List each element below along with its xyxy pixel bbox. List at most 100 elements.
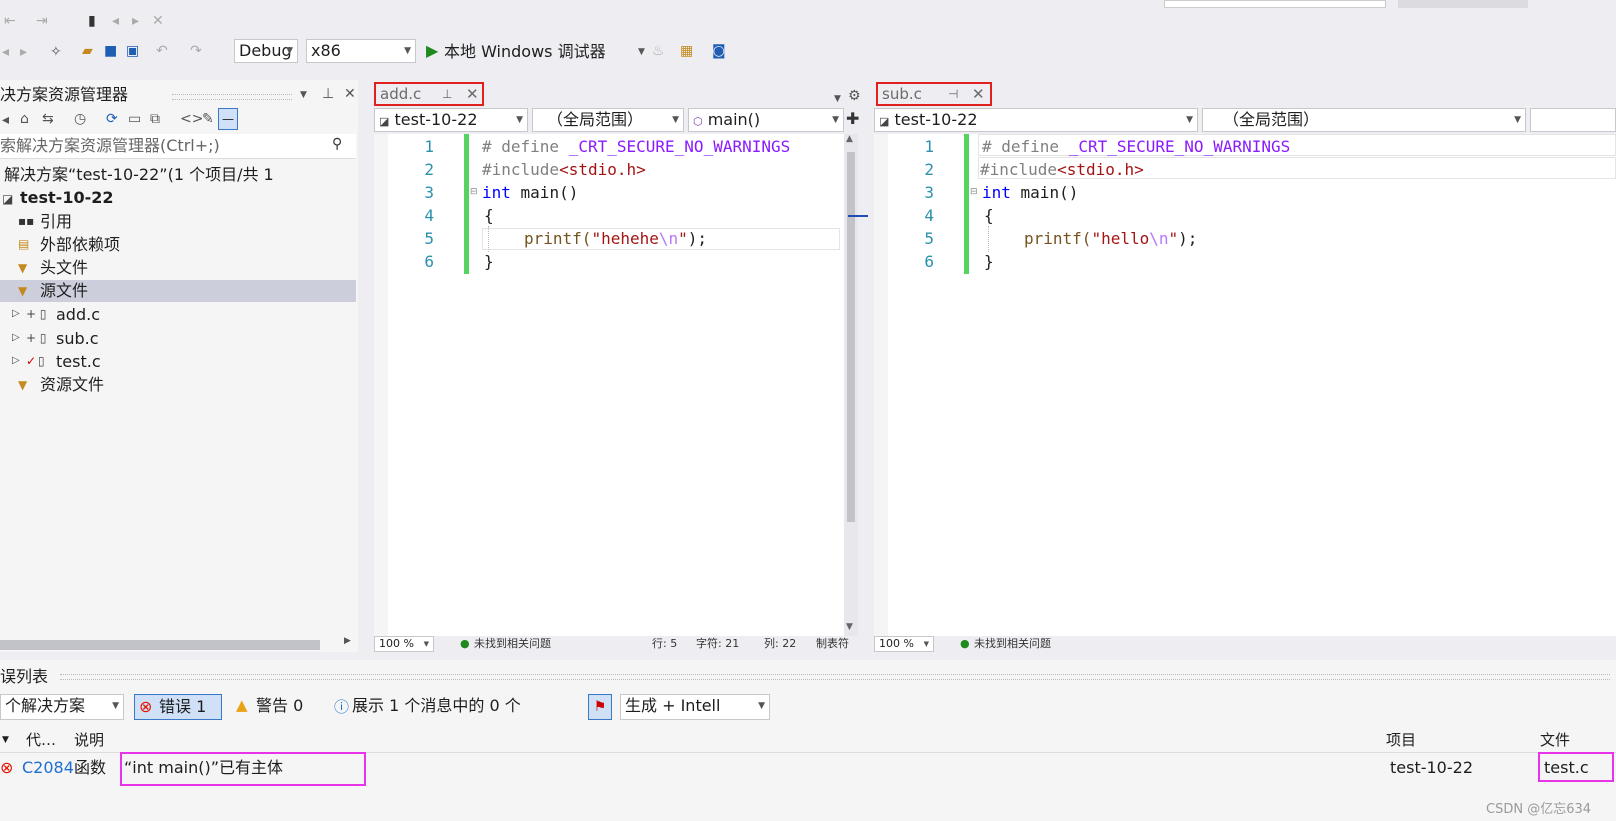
expand-arrow-icon[interactable]: ▷: [12, 355, 20, 366]
copy-icon[interactable]: ⧉: [150, 110, 160, 128]
right-code-editor[interactable]: 1 2 3 4 5 6 ⊟ # define _CRT_SECURE_NO_WA…: [874, 134, 1616, 636]
preview-toggle-icon[interactable]: —: [218, 108, 238, 130]
dropdown-icon[interactable]: ▼: [300, 86, 307, 104]
tree-item-resource-files[interactable]: 资源文件: [40, 374, 104, 396]
left-vscrollbar[interactable]: ▲ ▼: [844, 134, 858, 636]
next-bookmark-icon[interactable]: ▸: [132, 12, 139, 30]
chevron-down-icon: ▼: [516, 115, 523, 125]
save-all-icon[interactable]: ▣: [126, 42, 139, 60]
solution-search-box[interactable]: 索解决方案资源管理器(Ctrl+;) ⚲: [0, 134, 356, 159]
sort-icon[interactable]: ▼: [2, 730, 9, 750]
right-scope-combo[interactable]: （全局范围） ▼: [1202, 108, 1526, 132]
collapse-icon[interactable]: ⊟: [970, 187, 978, 197]
run-debugger-button[interactable]: 本地 Windows 调试器: [444, 41, 606, 63]
scroll-right-icon[interactable]: ▶: [344, 636, 351, 646]
header-name: <stdio.h>: [559, 160, 646, 179]
left-scope-combo[interactable]: （全局范围） ▼: [532, 108, 684, 132]
search-icon[interactable]: ⚲: [332, 136, 342, 152]
wrench-icon[interactable]: ✎: [202, 110, 214, 128]
hot-reload-icon[interactable]: ♨: [652, 42, 665, 60]
collapse-all-icon[interactable]: ▭: [128, 110, 141, 128]
tree-item-source-files[interactable]: 源文件: [40, 280, 88, 302]
platform-combo[interactable]: x86 ▼: [306, 39, 416, 63]
outdent-icon[interactable]: ⇤: [4, 12, 16, 30]
c-file-icon: + ▯: [26, 307, 47, 321]
tree-item-external-deps[interactable]: 外部依赖项: [40, 234, 120, 256]
bookmark-icon[interactable]: ▮: [88, 12, 96, 30]
explorer-hscrollbar[interactable]: [0, 640, 320, 650]
open-folder-icon[interactable]: ▰: [82, 42, 93, 60]
run-dropdown-icon[interactable]: ▼: [638, 43, 645, 61]
right-zoom-combo[interactable]: 100 % ▼: [874, 636, 934, 652]
function-call: printf(: [524, 229, 592, 248]
config-combo[interactable]: Debug ▼: [234, 39, 298, 63]
messages-toggle-button[interactable]: ⓘ 展示 1 个消息中的 0 个: [334, 694, 574, 720]
clear-bookmarks-icon[interactable]: ✕: [152, 12, 164, 30]
left-zoom-combo[interactable]: 100 % ▼: [374, 636, 434, 652]
redo-icon[interactable]: ↷: [190, 42, 202, 60]
collapse-icon[interactable]: ⊟: [470, 187, 478, 197]
pending-changes-icon[interactable]: ◷: [74, 110, 86, 128]
split-editor-icon[interactable]: ✚: [846, 110, 859, 128]
play-icon[interactable]: ▶: [426, 42, 438, 60]
search-box-top[interactable]: [1164, 0, 1386, 8]
left-issues-status[interactable]: 未找到相关问题: [474, 637, 551, 651]
string-literal: ": [1168, 229, 1179, 248]
col-code-header[interactable]: 代…: [26, 730, 56, 750]
pin-icon[interactable]: ⊥: [322, 85, 334, 103]
filter-toggle-icon[interactable]: ⚑: [588, 694, 612, 720]
new-project-icon[interactable]: ✧: [50, 43, 62, 61]
right-function-combo[interactable]: [1530, 108, 1616, 132]
tabs-mode-status[interactable]: 制表符: [816, 637, 849, 651]
tab-sub-c[interactable]: sub.c ⊣ ✕: [876, 82, 992, 106]
indent-icon[interactable]: ⇥: [36, 12, 48, 30]
home-icon[interactable]: ⌂: [20, 110, 29, 128]
col-file-header[interactable]: 文件: [1540, 730, 1570, 750]
scroll-up-icon[interactable]: ▲: [846, 134, 853, 144]
build-filter-combo[interactable]: 生成 + Intell ▼: [620, 694, 770, 720]
refresh-icon[interactable]: ⟳: [106, 110, 118, 128]
close-icon[interactable]: ✕: [466, 84, 479, 104]
errors-toggle-button[interactable]: ⊗ 错误 1: [134, 694, 222, 720]
left-code-editor[interactable]: 1 2 3 4 5 6 ⊟ # define _CRT_SECURE_NO_WA…: [374, 134, 846, 636]
scroll-thumb[interactable]: [847, 152, 855, 522]
tree-item-header-files[interactable]: 头文件: [40, 257, 88, 279]
line-number: 1: [924, 137, 934, 156]
back-icon[interactable]: ◂: [2, 111, 9, 129]
prev-bookmark-icon[interactable]: ◂: [112, 12, 119, 30]
error-code-link[interactable]: C2084: [22, 758, 74, 778]
expand-arrow-icon[interactable]: ▷: [12, 308, 20, 319]
right-issues-status[interactable]: 未找到相关问题: [974, 637, 1051, 651]
expand-arrow-icon[interactable]: ▷: [12, 332, 20, 343]
close-icon[interactable]: ✕: [972, 84, 985, 104]
right-project-combo[interactable]: ◪ test-10-22 ▼: [874, 108, 1198, 132]
chevron-down-icon: ▼: [1514, 115, 1521, 125]
gear-icon[interactable]: ⚙: [848, 87, 861, 105]
col-project-header[interactable]: 项目: [1386, 730, 1416, 750]
warnings-toggle-button[interactable]: ▲ 警告 0: [236, 694, 322, 720]
find-in-files-icon[interactable]: ▦: [680, 42, 693, 60]
back-icon[interactable]: ◂: [2, 43, 9, 61]
left-project-combo[interactable]: ◪ test-10-22 ▼: [374, 108, 528, 132]
tree-item-sub-c[interactable]: sub.c: [56, 328, 99, 350]
tab-list-dropdown-icon[interactable]: ▼: [834, 90, 841, 108]
undo-icon[interactable]: ↶: [156, 42, 168, 60]
scroll-down-icon[interactable]: ▼: [846, 622, 853, 632]
tree-item-add-c[interactable]: add.c: [56, 304, 100, 326]
solution-node[interactable]: 解决方案“test-10-22”(1 个项目/共 1: [4, 164, 274, 186]
tree-item-references[interactable]: 引用: [40, 211, 72, 233]
close-icon[interactable]: ✕: [344, 85, 356, 103]
code-view-icon[interactable]: <>: [180, 110, 203, 128]
pin-icon[interactable]: ⊣: [948, 84, 958, 104]
pin-icon[interactable]: ⊥: [442, 84, 452, 104]
switch-views-icon[interactable]: ⇆: [42, 110, 54, 128]
col-desc-header[interactable]: 说明: [74, 730, 104, 750]
left-function-combo[interactable]: ⬡ main() ▼: [688, 108, 844, 132]
project-node[interactable]: test-10-22: [20, 187, 113, 209]
forward-icon[interactable]: ▸: [20, 43, 27, 61]
save-icon[interactable]: ■: [104, 42, 117, 60]
tree-item-test-c[interactable]: test.c: [56, 351, 101, 373]
tab-add-c[interactable]: add.c ⊥ ✕: [374, 82, 484, 106]
window-layout-icon[interactable]: ◙: [712, 42, 726, 60]
scope-combo[interactable]: 个解决方案 ▼: [0, 694, 124, 720]
